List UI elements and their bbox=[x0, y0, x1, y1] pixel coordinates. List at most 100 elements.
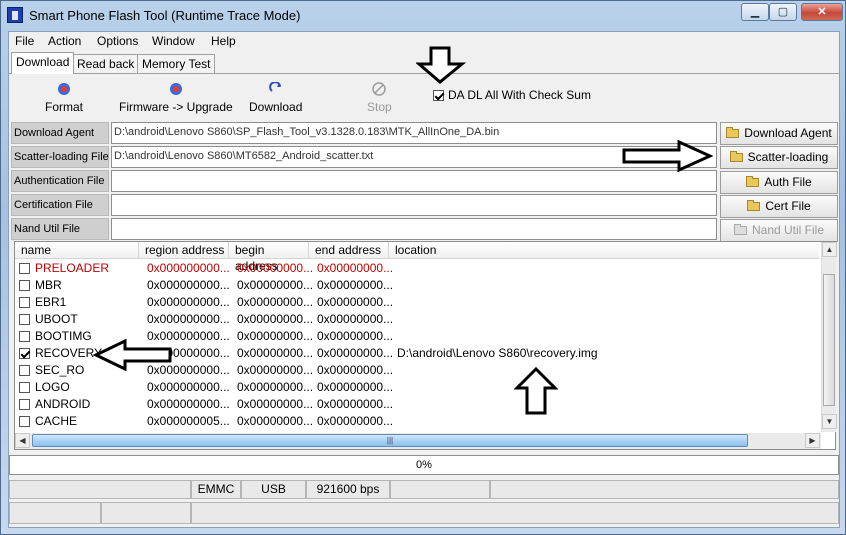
scroll-right-icon[interactable]: ▶ bbox=[805, 433, 820, 448]
checksum-option[interactable]: DA DL All With Check Sum bbox=[433, 88, 591, 102]
auth-field[interactable] bbox=[111, 170, 717, 192]
download-agent-button-label: Download Agent bbox=[744, 126, 832, 140]
down-arrow-annotation-icon bbox=[416, 46, 466, 84]
tab-read-back[interactable]: Read back bbox=[72, 54, 140, 74]
menu-window[interactable]: Window bbox=[152, 34, 195, 48]
firmware-upgrade-icon bbox=[169, 83, 182, 95]
download-label: Download bbox=[249, 100, 303, 114]
progress-bar: 0% bbox=[9, 455, 839, 475]
table-row[interactable]: CACHE 0x000000005... 0x00000000... 0x000000… bbox=[15, 413, 819, 430]
stop-icon bbox=[372, 82, 387, 96]
folder-icon bbox=[729, 151, 743, 162]
row-region-address: 0x000000000... bbox=[147, 261, 230, 275]
scroll-up-icon[interactable]: ▲ bbox=[822, 242, 837, 257]
table-row[interactable]: LOGO 0x000000000... 0x00000000... 0x0000000… bbox=[15, 379, 819, 396]
row-name: UBOOT bbox=[35, 312, 78, 326]
up-arrow-annotation-icon bbox=[514, 366, 558, 415]
cert-file-button[interactable]: Cert File bbox=[720, 195, 838, 218]
row-checkbox[interactable] bbox=[19, 314, 30, 325]
download-agent-button[interactable]: Download Agent bbox=[720, 122, 838, 145]
checksum-checkbox[interactable] bbox=[433, 90, 444, 102]
stop-button[interactable]: Stop bbox=[367, 82, 392, 114]
auth-file-button[interactable]: Auth File bbox=[720, 171, 838, 194]
table-row[interactable]: PRELOADER 0x000000000... 0x00000000... 0x00… bbox=[15, 260, 819, 277]
table-row[interactable]: UBOOT 0x000000000... 0x00000000... 0x000000… bbox=[15, 311, 819, 328]
row-checkbox[interactable] bbox=[19, 382, 30, 393]
nand-row: Nand Util File bbox=[11, 218, 719, 240]
app-icon bbox=[7, 7, 23, 23]
row-region-address: 0x000000000... bbox=[147, 278, 230, 292]
minimize-button[interactable]: ▁ bbox=[741, 3, 769, 21]
row-checkbox[interactable] bbox=[19, 297, 30, 308]
vertical-scrollbar[interactable]: ▲ ▼ bbox=[821, 242, 837, 432]
status-cell-lower-1 bbox=[9, 502, 101, 524]
format-button[interactable]: Format bbox=[45, 82, 83, 114]
stop-label: Stop bbox=[367, 100, 392, 114]
download-icon bbox=[268, 82, 281, 92]
scroll-left-icon[interactable]: ◀ bbox=[15, 433, 30, 448]
row-end-address: 0x00000000... bbox=[317, 397, 394, 411]
row-name: BOOTIMG bbox=[35, 329, 92, 343]
checksum-label: DA DL All With Check Sum bbox=[448, 88, 591, 102]
row-end-address: 0x00000000... bbox=[317, 363, 394, 377]
status-cell-lower-3 bbox=[191, 502, 839, 524]
cert-file-button-label: Cert File bbox=[765, 199, 811, 213]
col-end-address[interactable]: end address bbox=[309, 242, 389, 259]
horizontal-scrollbar[interactable]: ◀ ||| ▶ bbox=[15, 433, 821, 449]
row-name: ANDROID bbox=[35, 397, 91, 411]
col-begin-address[interactable]: begin address bbox=[229, 242, 309, 273]
nand-util-file-button[interactable]: Nand Util File bbox=[720, 219, 838, 242]
row-checkbox[interactable] bbox=[19, 399, 30, 410]
folder-icon bbox=[747, 200, 761, 211]
menu-options[interactable]: Options bbox=[97, 34, 138, 48]
status-cell-empty bbox=[9, 480, 191, 499]
row-name: PRELOADER bbox=[35, 261, 110, 275]
maximize-button[interactable]: ▢ bbox=[769, 3, 797, 21]
horizontal-scroll-thumb[interactable]: ||| bbox=[32, 434, 748, 447]
table-row[interactable]: MBR 0x000000000... 0x00000000... 0x00000000… bbox=[15, 277, 819, 294]
nand-field[interactable] bbox=[111, 218, 717, 240]
row-begin-address: 0x00000000... bbox=[237, 312, 314, 326]
row-location: D:\android\Lenovo S860\recovery.img bbox=[397, 346, 598, 360]
row-checkbox[interactable] bbox=[19, 365, 30, 376]
row-checkbox[interactable] bbox=[19, 263, 30, 274]
firmware-upgrade-button[interactable]: Firmware -> Upgrade bbox=[119, 82, 233, 114]
tab-memory-test[interactable]: Memory Test bbox=[137, 54, 216, 74]
col-name[interactable]: name bbox=[15, 242, 139, 259]
table-row[interactable]: EBR1 0x000000000... 0x00000000... 0x0000000… bbox=[15, 294, 819, 311]
row-begin-address: 0x00000000... bbox=[237, 363, 314, 377]
row-end-address: 0x00000000... bbox=[317, 261, 394, 275]
row-region-address: 0x000000005... bbox=[147, 414, 230, 428]
row-checkbox[interactable] bbox=[19, 280, 30, 291]
cert-label: Certification File bbox=[11, 194, 109, 216]
close-button[interactable]: ✕ bbox=[801, 3, 843, 21]
row-begin-address: 0x00000000... bbox=[237, 397, 314, 411]
window-title: Smart Phone Flash Tool (Runtime Trace Mo… bbox=[29, 8, 301, 23]
row-begin-address: 0x00000000... bbox=[237, 278, 314, 292]
cert-field[interactable] bbox=[111, 194, 717, 216]
col-region-address[interactable]: region address bbox=[139, 242, 229, 259]
status-cell-empty-3 bbox=[490, 480, 839, 499]
menu-action[interactable]: Action bbox=[48, 34, 81, 48]
menu-help[interactable]: Help bbox=[211, 34, 236, 48]
scroll-down-icon[interactable]: ▼ bbox=[822, 414, 837, 429]
download-panel: Format Firmware -> Upgrade Download Stop… bbox=[9, 73, 839, 242]
download-button[interactable]: Download bbox=[249, 82, 302, 114]
row-checkbox[interactable] bbox=[19, 331, 30, 342]
scatter-row: Scatter-loading File D:\android\Lenovo S… bbox=[11, 146, 719, 168]
scatter-loading-button-label: Scatter-loading bbox=[747, 150, 829, 164]
row-checkbox[interactable] bbox=[19, 348, 30, 359]
scatter-label: Scatter-loading File bbox=[11, 146, 109, 168]
row-name: EBR1 bbox=[35, 295, 67, 309]
row-begin-address: 0x00000000... bbox=[237, 414, 314, 428]
row-checkbox[interactable] bbox=[19, 416, 30, 427]
scatter-loading-button[interactable]: Scatter-loading bbox=[720, 146, 838, 169]
row-end-address: 0x00000000... bbox=[317, 380, 394, 394]
col-location[interactable]: location bbox=[389, 242, 819, 259]
table-row[interactable]: ANDROID 0x000000000... 0x00000000... 0x0000… bbox=[15, 396, 819, 413]
menu-file[interactable]: File bbox=[15, 34, 34, 48]
status-bar-lower bbox=[9, 502, 839, 524]
vertical-scroll-thumb[interactable] bbox=[823, 274, 835, 406]
status-storage: EMMC bbox=[191, 480, 241, 499]
tab-download[interactable]: Download bbox=[11, 52, 75, 74]
